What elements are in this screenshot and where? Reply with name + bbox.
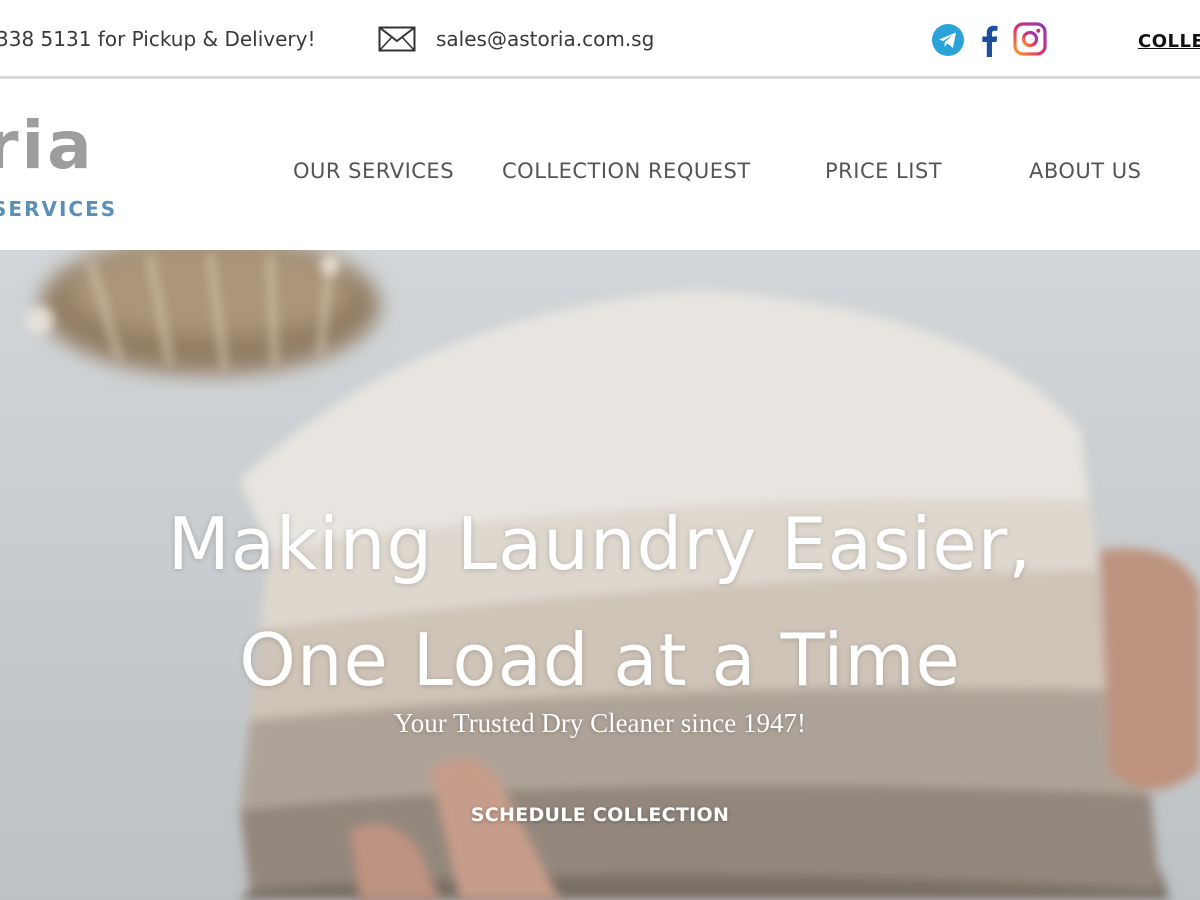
nav-price-list[interactable]: PRICE LIST: [825, 159, 942, 183]
pickup-phone-text[interactable]: 338 5131 for Pickup & Delivery!: [0, 27, 316, 51]
hero-title-line-2: One Load at a Time: [239, 618, 961, 702]
logo-wordmark: ria: [0, 107, 95, 184]
instagram-icon[interactable]: [1013, 22, 1047, 56]
facebook-icon[interactable]: [977, 23, 1001, 57]
site-header: ria SERVICES OUR SERVICES COLLECTION REQ…: [0, 79, 1200, 250]
logo-tagline: SERVICES: [0, 197, 118, 221]
hero-title: Making Laundry Easier, One Load at a Tim…: [0, 486, 1200, 718]
mail-icon: [378, 26, 416, 52]
schedule-collection-button[interactable]: SCHEDULE COLLECTION: [445, 796, 755, 834]
nav-collection-request[interactable]: COLLECTION REQUEST: [502, 159, 751, 183]
astoria-logo[interactable]: ria SERVICES: [0, 79, 140, 250]
nav-about-us[interactable]: ABOUT US: [1029, 159, 1142, 183]
email-link[interactable]: sales@astoria.com.sg: [436, 27, 654, 51]
top-contact-bar: 338 5131 for Pickup & Delivery! sales@as…: [0, 0, 1200, 79]
nav-our-services[interactable]: OUR SERVICES: [293, 159, 454, 183]
collection-request-link[interactable]: COLLE: [1138, 31, 1200, 52]
hero-banner: Making Laundry Easier, One Load at a Tim…: [0, 250, 1200, 900]
hero-title-line-1: Making Laundry Easier,: [167, 502, 1033, 586]
hero-subtitle: Your Trusted Dry Cleaner since 1947!: [394, 708, 806, 738]
telegram-icon[interactable]: [931, 23, 965, 57]
